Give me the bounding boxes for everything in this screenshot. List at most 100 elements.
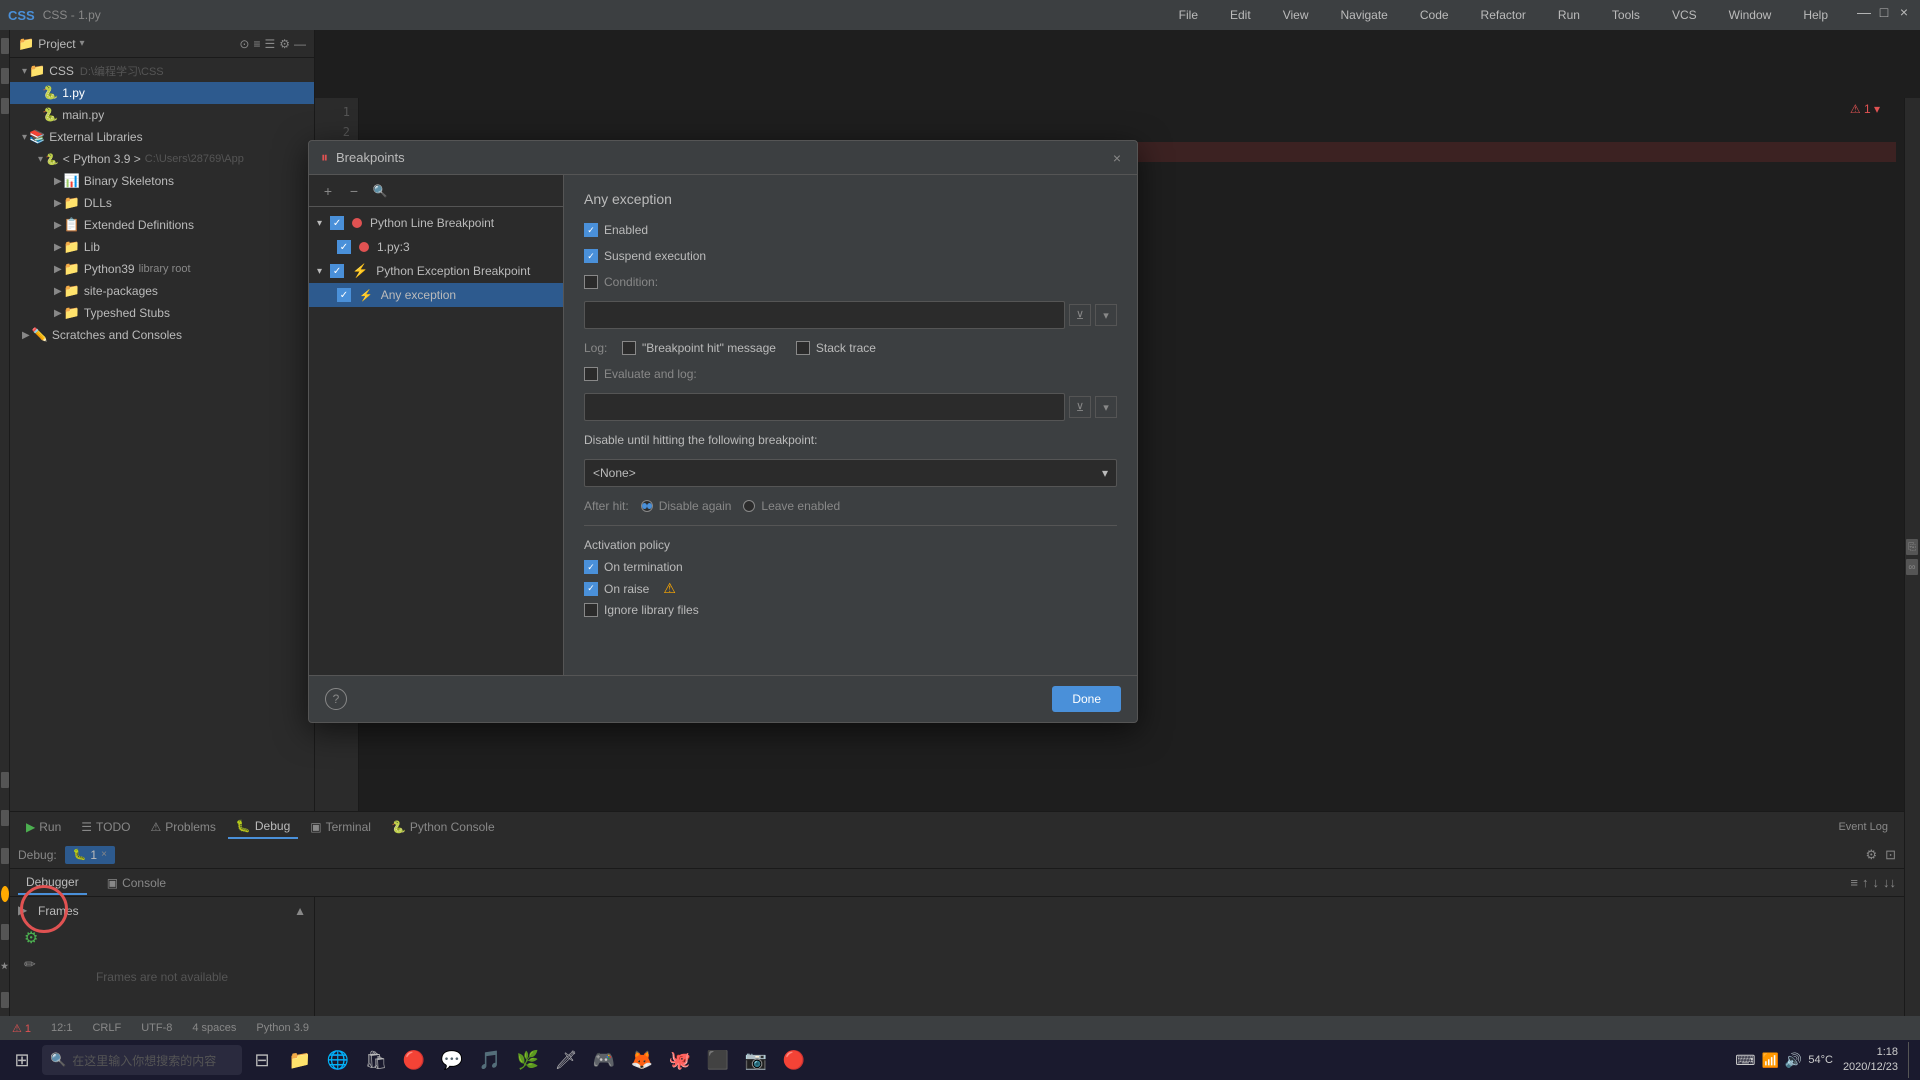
left-strip-icon-2[interactable] bbox=[1, 68, 9, 84]
debug-toolbar-btn-1[interactable]: ≡ bbox=[1850, 875, 1858, 890]
bp-group-exception[interactable]: ▾ ✓ ⚡ Python Exception Breakpoint bbox=[309, 259, 563, 283]
condition-expand-btn[interactable]: ⊻ bbox=[1069, 304, 1091, 326]
tree-item-typeshed[interactable]: ▶ 📁 Typeshed Stubs bbox=[10, 302, 314, 324]
left-strip-icon-5[interactable] bbox=[1, 810, 9, 826]
taskbar-icon-edge[interactable]: 🌐 bbox=[320, 1042, 356, 1078]
taskbar-icon-task-view[interactable]: ⊟ bbox=[244, 1042, 280, 1078]
debug-tab-debugger[interactable]: Debugger bbox=[18, 871, 87, 895]
dialog-add-btn[interactable]: + bbox=[317, 180, 339, 202]
debug-side-icon-1[interactable]: ⚙ bbox=[24, 928, 38, 948]
status-python[interactable]: Python 3.9 bbox=[256, 1022, 309, 1034]
leave-enabled-radio[interactable] bbox=[743, 500, 755, 512]
taskbar-icon-app6[interactable]: 🎮 bbox=[586, 1042, 622, 1078]
project-collapse-btn[interactable]: ≡ bbox=[253, 37, 260, 51]
taskbar-icon-app5[interactable]: 🗡 bbox=[548, 1042, 584, 1078]
show-desktop-btn[interactable] bbox=[1908, 1042, 1916, 1078]
bottom-tab-debug[interactable]: 🐛 Debug bbox=[228, 815, 298, 839]
taskbar-icon-app2[interactable]: 💬 bbox=[434, 1042, 470, 1078]
project-minimize-btn[interactable]: — bbox=[294, 37, 306, 51]
tree-item-ext-libs[interactable]: ▾ 📚 External Libraries bbox=[10, 126, 314, 148]
enabled-checkbox-label[interactable]: ✓ Enabled bbox=[584, 223, 648, 237]
tree-item-css[interactable]: ▾ 📁 CSS D:\编程学习\CSS bbox=[10, 60, 314, 82]
bp-group-line-check[interactable]: ✓ bbox=[330, 216, 344, 230]
bp-item-any-exception[interactable]: ✓ ⚡ Any exception bbox=[309, 283, 563, 307]
menu-tools[interactable]: Tools bbox=[1604, 4, 1648, 26]
tree-item-scratches[interactable]: ▶ ✏️ Scratches and Consoles bbox=[10, 324, 314, 346]
debug-settings-btn[interactable]: ⚙ bbox=[1865, 847, 1877, 863]
window-maximize[interactable]: □ bbox=[1876, 4, 1892, 20]
debug-play-btn[interactable]: ▶ bbox=[18, 903, 34, 919]
condition-checkbox[interactable] bbox=[584, 275, 598, 289]
bp-group-exception-check[interactable]: ✓ bbox=[330, 264, 344, 278]
tree-item-dlls[interactable]: ▶ 📁 DLLs bbox=[10, 192, 314, 214]
stack-trace-label[interactable]: Stack trace bbox=[796, 341, 876, 355]
debug-layout-btn[interactable]: ⊡ bbox=[1885, 847, 1896, 863]
tree-item-site-packages[interactable]: ▶ 📁 site-packages bbox=[10, 280, 314, 302]
frames-up-btn[interactable]: ▲ bbox=[294, 904, 306, 918]
bottom-tab-terminal[interactable]: ▣ Terminal bbox=[302, 816, 379, 838]
dialog-remove-btn[interactable]: − bbox=[343, 180, 365, 202]
project-options-btn[interactable]: ☰ bbox=[264, 37, 275, 51]
on-raise-checkbox[interactable]: ✓ bbox=[584, 582, 598, 596]
project-sync-btn[interactable]: ⊙ bbox=[239, 37, 249, 51]
menu-edit[interactable]: Edit bbox=[1222, 4, 1259, 26]
sys-network-icon[interactable]: 📶 bbox=[1761, 1052, 1778, 1069]
debug-toolbar-btn-4[interactable]: ↓↓ bbox=[1883, 875, 1896, 890]
tree-item-binary-skeletons[interactable]: ▶ 📊 Binary Skeletons bbox=[10, 170, 314, 192]
suspend-checkbox-label[interactable]: ✓ Suspend execution bbox=[584, 249, 706, 263]
on-termination-label[interactable]: ✓ On termination bbox=[584, 560, 683, 574]
on-termination-checkbox[interactable]: ✓ bbox=[584, 560, 598, 574]
disable-again-radio[interactable] bbox=[641, 500, 653, 512]
event-log-btn[interactable]: Event Log bbox=[1830, 817, 1896, 837]
bottom-tab-python-console[interactable]: 🐍 Python Console bbox=[383, 816, 503, 838]
condition-input[interactable] bbox=[584, 301, 1065, 329]
right-expand-btn[interactable]: ∞ bbox=[1906, 559, 1918, 575]
menu-refactor[interactable]: Refactor bbox=[1473, 4, 1534, 26]
menu-run[interactable]: Run bbox=[1550, 4, 1588, 26]
debug-close-icon[interactable]: × bbox=[101, 849, 107, 860]
tree-item-ext-defs[interactable]: ▶ 📋 Extended Definitions bbox=[10, 214, 314, 236]
left-strip-icon-3[interactable] bbox=[1, 98, 9, 114]
debug-toolbar-btn-3[interactable]: ↓ bbox=[1873, 875, 1880, 890]
dialog-close-btn[interactable]: × bbox=[1109, 150, 1125, 166]
tree-item-mainpy[interactable]: 🐍 main.py bbox=[10, 104, 314, 126]
menu-code[interactable]: Code bbox=[1412, 4, 1457, 26]
taskbar-icon-app11[interactable]: 🔴 bbox=[776, 1042, 812, 1078]
help-button[interactable]: ? bbox=[325, 688, 347, 710]
debug-tab-console[interactable]: ▣ Console bbox=[99, 872, 174, 894]
bottom-tab-problems[interactable]: ⚠ Problems bbox=[142, 816, 223, 838]
favorites-icon[interactable] bbox=[1, 962, 9, 970]
none-select[interactable]: <None> ▾ bbox=[584, 459, 1117, 487]
on-raise-label[interactable]: ✓ On raise bbox=[584, 582, 649, 596]
menu-vcs[interactable]: VCS bbox=[1664, 4, 1705, 26]
left-strip-icon-6[interactable] bbox=[1, 848, 9, 864]
sys-keyboard-icon[interactable]: ⌨ bbox=[1735, 1052, 1755, 1069]
disable-again-radio-label[interactable]: Disable again bbox=[641, 499, 732, 513]
menu-navigate[interactable]: Navigate bbox=[1332, 4, 1395, 26]
ignore-library-checkbox[interactable] bbox=[584, 603, 598, 617]
condition-arrow-btn[interactable]: ▾ bbox=[1095, 304, 1117, 326]
search-bar[interactable]: 🔍 在这里输入你想搜索的内容 bbox=[42, 1045, 242, 1075]
left-strip-icon-4[interactable] bbox=[1, 772, 9, 788]
debug-session-badge[interactable]: 🐛 1 × bbox=[65, 846, 115, 864]
bp-group-line[interactable]: ▾ ✓ Python Line Breakpoint bbox=[309, 211, 563, 235]
taskbar-icon-file-explorer[interactable]: 📁 bbox=[282, 1042, 318, 1078]
sys-volume-icon[interactable]: 🔊 bbox=[1785, 1052, 1802, 1069]
project-settings-btn[interactable]: ⚙ bbox=[279, 37, 290, 51]
taskbar-icon-app10[interactable]: 📷 bbox=[738, 1042, 774, 1078]
window-close[interactable]: × bbox=[1896, 4, 1912, 20]
bp-any-exception-check[interactable]: ✓ bbox=[337, 288, 351, 302]
left-strip-icon-8[interactable] bbox=[1, 924, 9, 940]
debug-side-icon-2[interactable]: ✏ bbox=[24, 956, 38, 973]
done-button[interactable]: Done bbox=[1052, 686, 1121, 712]
bottom-tab-todo[interactable]: ☰ TODO bbox=[73, 816, 138, 838]
bp-1py3-check[interactable]: ✓ bbox=[337, 240, 351, 254]
menu-help[interactable]: Help bbox=[1795, 4, 1836, 26]
tree-item-python39[interactable]: ▾ 🐍 < Python 3.9 > C:\Users\28769\App bbox=[10, 148, 314, 170]
evaluate-expand-btn[interactable]: ⊻ bbox=[1069, 396, 1091, 418]
debug-toolbar-btn-2[interactable]: ↑ bbox=[1862, 875, 1869, 890]
menu-file[interactable]: File bbox=[1171, 4, 1206, 26]
stack-trace-checkbox[interactable] bbox=[796, 341, 810, 355]
status-line-col[interactable]: 12:1 bbox=[51, 1022, 72, 1034]
evaluate-input[interactable] bbox=[584, 393, 1065, 421]
